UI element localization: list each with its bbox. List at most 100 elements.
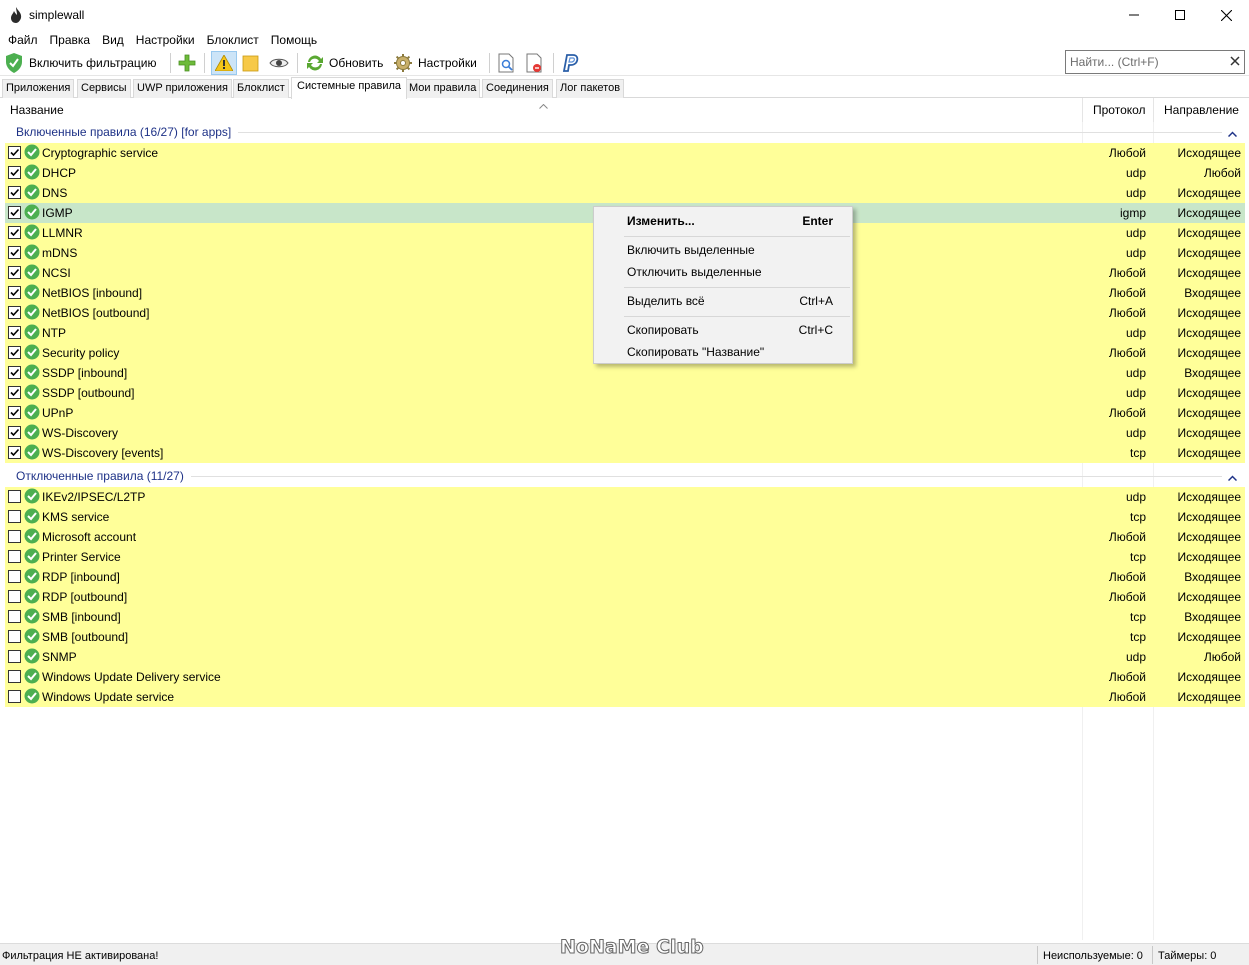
rule-checkbox[interactable] xyxy=(8,406,21,419)
rule-row[interactable]: Microsoft account Любой Исходящее xyxy=(5,527,1245,547)
enable-filtering-button[interactable]: Включить фильтрацию xyxy=(5,51,156,75)
rule-checkbox[interactable] xyxy=(8,610,21,623)
tab-blocklist[interactable]: Блоклист xyxy=(233,79,289,98)
rule-protocol: tcp xyxy=(1129,510,1146,524)
menu-edit[interactable]: Правка xyxy=(44,30,97,50)
rule-row[interactable]: DHCP udp Любой xyxy=(5,163,1245,183)
search-input[interactable] xyxy=(1070,54,1220,70)
rule-checkbox[interactable] xyxy=(8,346,21,359)
rule-row[interactable]: RDP [outbound] Любой Исходящее xyxy=(5,587,1245,607)
clear-search-icon[interactable] xyxy=(1230,55,1240,69)
donate-button[interactable] xyxy=(561,51,583,75)
menu-file[interactable]: Файл xyxy=(2,30,44,50)
tab-connections[interactable]: Соединения xyxy=(482,79,553,98)
rule-checkbox[interactable] xyxy=(8,326,21,339)
settings-label: Настройки xyxy=(418,56,477,70)
group-title-disabled: Отключенные правила (11/27) xyxy=(16,469,184,483)
add-rule-button[interactable] xyxy=(178,51,198,75)
maximize-button[interactable] xyxy=(1157,0,1203,30)
rule-row[interactable]: SMB [outbound] tcp Исходящее xyxy=(5,627,1245,647)
status-ok-icon xyxy=(24,404,40,423)
rule-direction: Исходящее xyxy=(1177,630,1242,644)
rule-row[interactable]: Cryptographic service Любой Исходящее xyxy=(5,143,1245,163)
column-header-direction[interactable]: Направление xyxy=(1164,103,1239,117)
rule-checkbox[interactable] xyxy=(8,266,21,279)
column-separator xyxy=(1082,98,1083,122)
rule-row[interactable]: RDP [inbound] Любой Входящее xyxy=(5,567,1245,587)
rule-checkbox[interactable] xyxy=(8,286,21,299)
rule-row[interactable]: Windows Update service Любой Исходящее xyxy=(5,687,1245,707)
refresh-button[interactable]: Обновить xyxy=(305,51,383,75)
rule-checkbox[interactable] xyxy=(8,590,21,603)
tab-my-rules[interactable]: Мои правила xyxy=(405,79,481,98)
menu-item-copy-name[interactable]: Скопировать "Название" xyxy=(594,341,852,363)
menu-help[interactable]: Помощь xyxy=(265,30,323,50)
tab-services[interactable]: Сервисы xyxy=(77,79,131,98)
rule-row[interactable]: SNMP udp Любой xyxy=(5,647,1245,667)
rule-row[interactable]: SSDP [outbound] udp Исходящее xyxy=(5,383,1245,403)
rule-checkbox[interactable] xyxy=(8,530,21,543)
menu-item-select-all[interactable]: Выделить всё Ctrl+A xyxy=(594,290,852,312)
rule-checkbox[interactable] xyxy=(8,490,21,503)
rule-checkbox[interactable] xyxy=(8,186,21,199)
menu-item-copy[interactable]: Скопировать Ctrl+C xyxy=(594,319,852,341)
rule-checkbox[interactable] xyxy=(8,166,21,179)
rule-checkbox[interactable] xyxy=(8,570,21,583)
minimize-button[interactable] xyxy=(1111,0,1157,30)
clear-log-button[interactable] xyxy=(525,51,547,75)
rule-checkbox[interactable] xyxy=(8,146,21,159)
rule-row[interactable]: Printer Service tcp Исходящее xyxy=(5,547,1245,567)
rule-checkbox[interactable] xyxy=(8,386,21,399)
warning-toggle-button[interactable] xyxy=(211,51,237,75)
rule-checkbox[interactable] xyxy=(8,690,21,703)
rule-name: UPnP xyxy=(42,406,74,420)
rule-checkbox[interactable] xyxy=(8,510,21,523)
menu-blocklist[interactable]: Блоклист xyxy=(201,30,265,50)
menu-item-edit[interactable]: Изменить... Enter xyxy=(594,210,852,232)
rule-checkbox[interactable] xyxy=(8,366,21,379)
rule-checkbox[interactable] xyxy=(8,306,21,319)
rule-checkbox[interactable] xyxy=(8,246,21,259)
rule-checkbox[interactable] xyxy=(8,206,21,219)
group-header-disabled[interactable]: Отключенные правила (11/27) xyxy=(0,466,1249,486)
menu-view[interactable]: Вид xyxy=(96,30,130,50)
note-button[interactable] xyxy=(242,51,262,75)
settings-button[interactable]: Настройки xyxy=(393,51,477,75)
rule-checkbox[interactable] xyxy=(8,630,21,643)
rule-direction: Исходящее xyxy=(1177,590,1242,604)
rule-checkbox[interactable] xyxy=(8,650,21,663)
tab-apps[interactable]: Приложения xyxy=(2,79,75,98)
rule-row[interactable]: WS-Discovery [events] tcp Исходящее xyxy=(5,443,1245,463)
rule-checkbox[interactable] xyxy=(8,446,21,459)
view-button[interactable] xyxy=(269,51,291,75)
search-box[interactable] xyxy=(1065,50,1245,74)
tab-packet-log[interactable]: Лог пакетов xyxy=(556,79,625,98)
rule-checkbox[interactable] xyxy=(8,550,21,563)
rule-row[interactable]: DNS udp Исходящее xyxy=(5,183,1245,203)
collapse-icon[interactable] xyxy=(1227,470,1238,484)
rule-row[interactable]: SMB [inbound] tcp Входящее xyxy=(5,607,1245,627)
rule-row[interactable]: Windows Update Delivery service Любой Исхо… xyxy=(5,667,1245,687)
rule-row[interactable]: IKEv2/IPSEC/L2TP udp Исходящее xyxy=(5,487,1245,507)
status-ok-icon xyxy=(24,648,40,667)
column-header-name[interactable]: Название xyxy=(10,103,64,117)
menu-item-enable-selected[interactable]: Включить выделенные xyxy=(594,239,852,261)
menu-settings[interactable]: Настройки xyxy=(130,30,201,50)
rule-row[interactable]: UPnP Любой Исходящее xyxy=(5,403,1245,423)
tab-system-rules[interactable]: Системные правила xyxy=(291,77,408,99)
rule-checkbox[interactable] xyxy=(8,226,21,239)
plus-icon xyxy=(178,54,196,72)
menu-item-disable-selected[interactable]: Отключить выделенные xyxy=(594,261,852,283)
group-header-enabled[interactable]: Включенные правила (16/27) [for apps] xyxy=(0,122,1249,142)
rule-checkbox[interactable] xyxy=(8,426,21,439)
log-viewer-button[interactable] xyxy=(497,51,519,75)
rule-row[interactable]: WS-Discovery udp Исходящее xyxy=(5,423,1245,443)
rule-row[interactable]: SSDP [inbound] udp Входящее xyxy=(5,363,1245,383)
rule-checkbox[interactable] xyxy=(8,670,21,683)
tab-uwp-apps[interactable]: UWP приложения xyxy=(133,79,232,98)
close-button[interactable] xyxy=(1203,0,1249,30)
collapse-icon[interactable] xyxy=(1227,126,1238,140)
column-header-protocol[interactable]: Протокол xyxy=(1093,103,1146,117)
rule-row[interactable]: KMS service tcp Исходящее xyxy=(5,507,1245,527)
rule-protocol: udp xyxy=(1125,246,1146,260)
